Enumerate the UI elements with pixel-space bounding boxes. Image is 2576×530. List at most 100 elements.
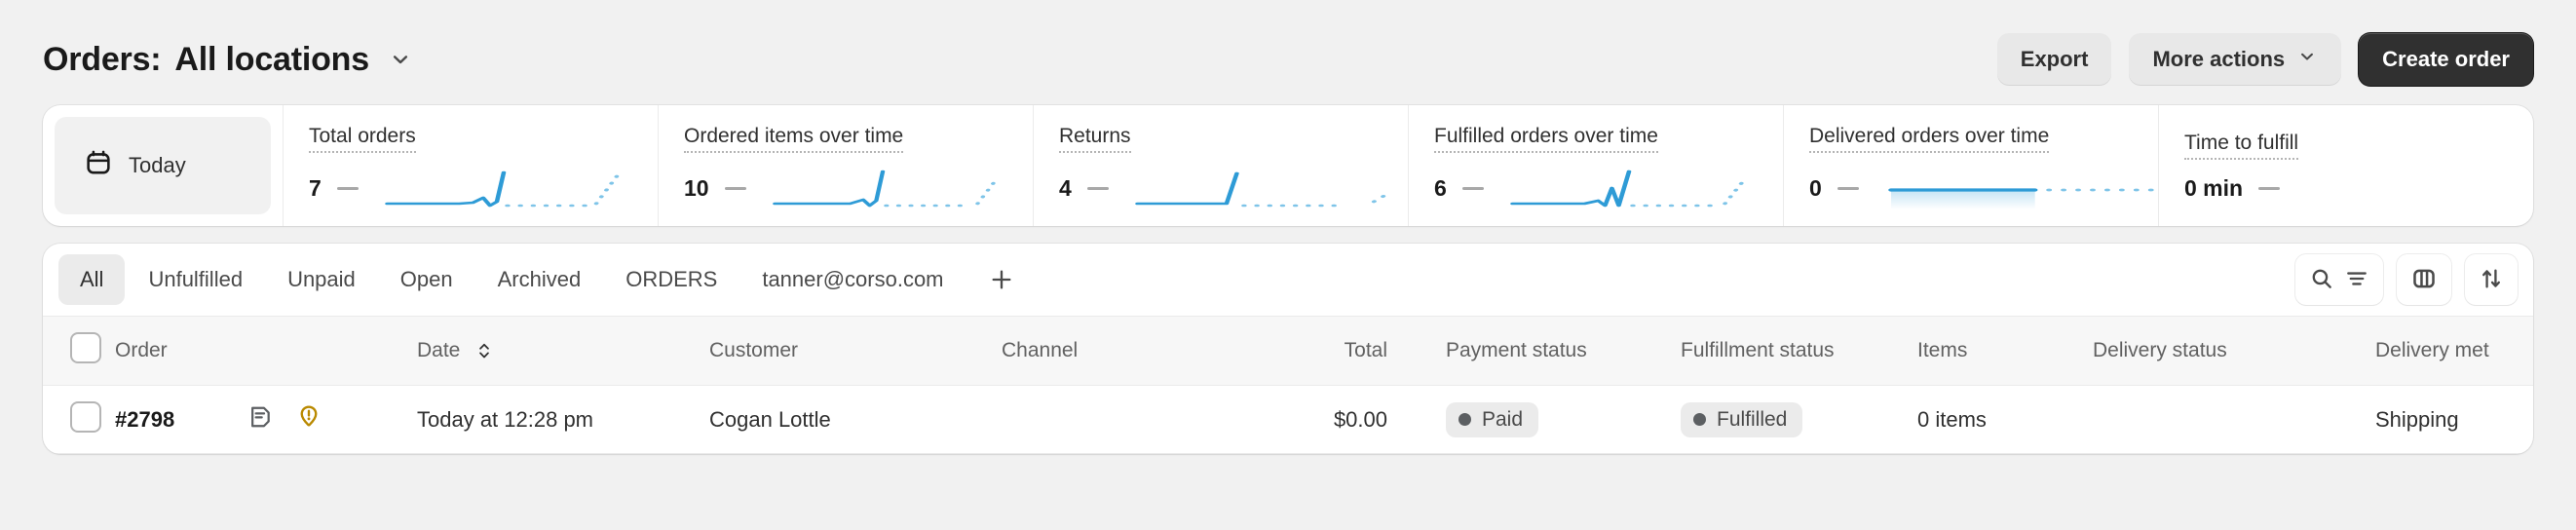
date-range-button[interactable]: Today xyxy=(55,117,271,214)
column-header-fulfillment-status[interactable]: Fulfillment status xyxy=(1659,316,1917,386)
search-and-filter-button[interactable] xyxy=(2295,254,2383,305)
tab-orders[interactable]: ORDERS xyxy=(604,254,739,305)
table-header-row: Order Date Customer Channel Total Paymen… xyxy=(43,316,2533,386)
column-header-delivery-status[interactable]: Delivery status xyxy=(2093,316,2375,386)
trend-flat-icon xyxy=(1086,187,1109,190)
metric-body: 7 xyxy=(309,169,658,209)
filter-icon xyxy=(2344,266,2369,294)
metric-body: 0 xyxy=(1809,169,2158,209)
metrics-card: Today Total orders 7 Ordered items over xyxy=(43,105,2533,226)
column-header-customer[interactable]: Customer xyxy=(709,316,1002,386)
metric-label: Fulfilled orders over time xyxy=(1434,125,1658,153)
row-select-cell xyxy=(43,385,115,454)
metric-label: Total orders xyxy=(309,125,416,153)
chevron-down-icon xyxy=(2296,46,2318,73)
order-total: $0.00 xyxy=(1235,385,1421,454)
order-delivery-method: Shipping xyxy=(2375,385,2533,454)
metric-value: 7 xyxy=(309,175,322,201)
columns-icon xyxy=(2410,265,2438,295)
metric-body: 6 xyxy=(1434,169,1783,209)
order-customer[interactable]: Cogan Lottle xyxy=(709,385,1002,454)
chevron-down-icon[interactable] xyxy=(379,38,422,81)
more-actions-label: More actions xyxy=(2152,47,2286,71)
column-header-payment-status[interactable]: Payment status xyxy=(1421,316,1659,386)
table-body: #2798 Today at 12:28 pm Cogan Lottle $0.… xyxy=(43,385,2533,454)
orders-page: Orders: All locations Export More action… xyxy=(0,0,2576,530)
metric-fulfilled-orders-over-time[interactable]: Fulfilled orders over time 6 xyxy=(1409,105,1784,226)
table-row[interactable]: #2798 Today at 12:28 pm Cogan Lottle $0.… xyxy=(43,385,2533,454)
status-badge: Paid xyxy=(1446,401,1539,437)
sort-arrows-icon xyxy=(474,340,494,361)
metric-value: 4 xyxy=(1059,175,1072,201)
plus-icon[interactable] xyxy=(977,255,1026,304)
search-icon xyxy=(2309,266,2334,294)
column-header-items[interactable]: Items xyxy=(1917,316,2093,386)
metric-label: Ordered items over time xyxy=(684,125,904,153)
date-range-label: Today xyxy=(129,153,186,177)
metric-time-to-fulfill[interactable]: Time to fulfill 0 min xyxy=(2159,105,2533,226)
order-number: #2798 xyxy=(115,406,175,432)
table-head: Order Date Customer Channel Total Paymen… xyxy=(43,316,2533,386)
sort-icon xyxy=(2479,266,2504,294)
metric-label: Delivered orders over time xyxy=(1809,125,2050,153)
metric-body: 10 xyxy=(684,169,1033,209)
status-dot-icon xyxy=(1693,413,1706,426)
page-title-group: Orders: All locations xyxy=(43,38,422,81)
view-tabs: All Unfulfilled Unpaid Open Archived ORD… xyxy=(58,254,1026,305)
trend-flat-icon xyxy=(2258,187,2281,190)
tab-all[interactable]: All xyxy=(58,254,126,305)
metric-value: 0 xyxy=(1809,175,1822,201)
column-header-delivery-method[interactable]: Delivery met xyxy=(2375,316,2533,386)
tab-tanner-corso-com[interactable]: tanner@corso.com xyxy=(740,254,965,305)
tab-archived[interactable]: Archived xyxy=(476,254,603,305)
alert-location-icon[interactable] xyxy=(295,403,322,436)
metric-label: Time to fulfill xyxy=(2184,132,2299,160)
select-all-header xyxy=(43,316,115,386)
table-tools xyxy=(2295,254,2518,305)
tab-unpaid[interactable]: Unpaid xyxy=(266,254,377,305)
select-all-checkbox[interactable] xyxy=(70,332,101,363)
trend-flat-icon xyxy=(1837,187,1859,190)
date-range-cell: Today xyxy=(43,105,284,226)
tab-open[interactable]: Open xyxy=(379,254,474,305)
fulfillment-status-label: Fulfilled xyxy=(1717,407,1788,431)
note-icon[interactable] xyxy=(246,403,274,436)
sparkline-chart xyxy=(772,169,1033,209)
metric-body: 0 min xyxy=(2184,175,2533,202)
order-date: Today at 12:28 pm xyxy=(417,385,709,454)
column-header-date[interactable]: Date xyxy=(417,316,709,386)
column-header-total[interactable]: Total xyxy=(1235,316,1421,386)
metric-delivered-orders-over-time[interactable]: Delivered orders over time 0 xyxy=(1784,105,2159,226)
metric-value: 10 xyxy=(684,175,709,201)
row-checkbox[interactable] xyxy=(70,400,101,433)
export-button[interactable]: Export xyxy=(1996,33,2112,86)
create-order-button[interactable]: Create order xyxy=(2359,33,2533,86)
order-channel xyxy=(1002,385,1235,454)
calendar-icon xyxy=(84,148,113,183)
metric-value: 0 min xyxy=(2184,175,2244,201)
order-delivery-status xyxy=(2093,385,2375,454)
view-tabbar: All Unfulfilled Unpaid Open Archived ORD… xyxy=(43,244,2533,316)
sparkline-chart xyxy=(1884,169,2158,209)
status-dot-icon xyxy=(1458,413,1471,426)
metric-total-orders[interactable]: Total orders 7 xyxy=(284,105,659,226)
trend-flat-icon xyxy=(724,187,746,190)
status-badge: Fulfilled xyxy=(1681,401,1803,437)
page-title-scope: All locations xyxy=(174,40,369,78)
header-actions: Export More actions Create order xyxy=(1996,33,2533,86)
metric-returns[interactable]: Returns 4 xyxy=(1034,105,1409,226)
page-header: Orders: All locations Export More action… xyxy=(0,0,2576,94)
orders-table-card: All Unfulfilled Unpaid Open Archived ORD… xyxy=(43,244,2533,454)
order-cell-inner: #2798 xyxy=(115,403,417,436)
edit-columns-button[interactable] xyxy=(2397,254,2451,305)
column-header-order[interactable]: Order xyxy=(115,316,417,386)
sort-button[interactable] xyxy=(2465,254,2518,305)
order-cell[interactable]: #2798 xyxy=(115,385,417,454)
order-items-count: 0 items xyxy=(1917,385,2093,454)
metric-label: Returns xyxy=(1059,125,1131,153)
metric-ordered-items-over-time[interactable]: Ordered items over time 10 xyxy=(659,105,1034,226)
tab-unfulfilled[interactable]: Unfulfilled xyxy=(127,254,264,305)
more-actions-button[interactable]: More actions xyxy=(2129,33,2342,86)
column-header-channel[interactable]: Channel xyxy=(1002,316,1235,386)
sparkline-chart xyxy=(384,169,658,209)
